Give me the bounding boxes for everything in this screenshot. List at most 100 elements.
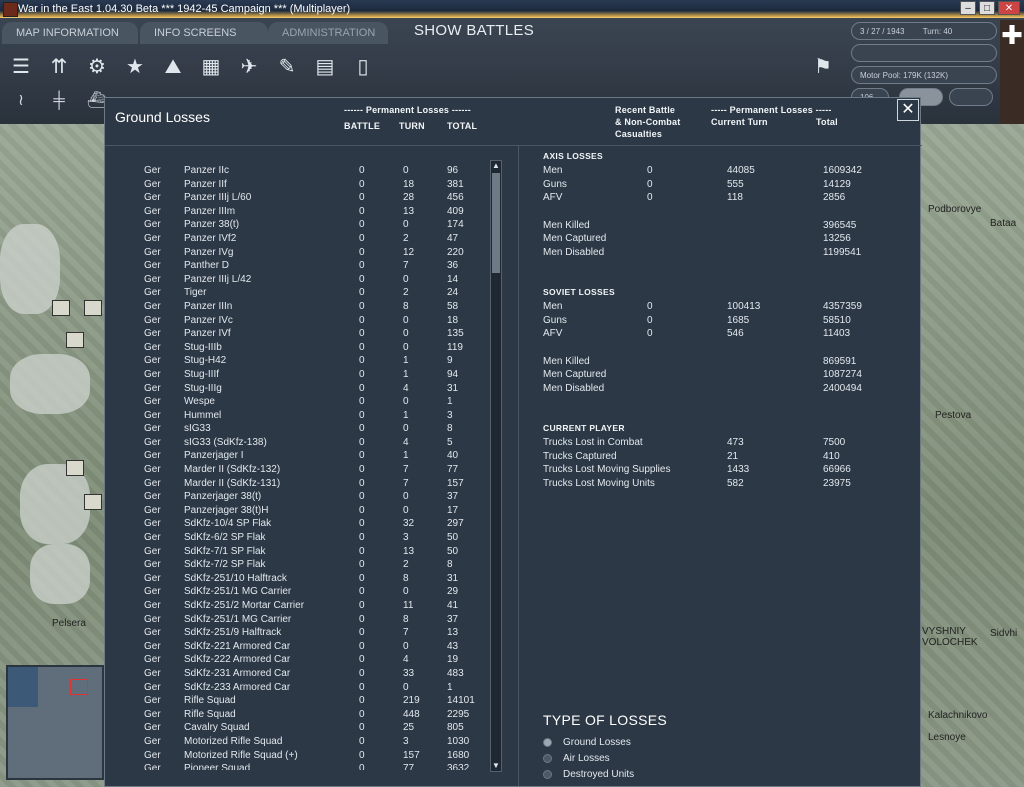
document-icon[interactable]: ▯ (350, 54, 376, 80)
radio-dot-icon[interactable] (543, 738, 552, 747)
table-row[interactable]: Ger Cavalry Squad 0 25 805 (105, 721, 489, 735)
table-row[interactable]: Ger SdKfz-6/2 SP Flak 0 3 50 (105, 531, 489, 545)
window-close-button[interactable]: ✕ (998, 1, 1020, 15)
table-row[interactable]: Ger SdKfz-231 Armored Car 0 33 483 (105, 667, 489, 681)
table-row[interactable]: Ger Panther D 0 7 36 (105, 259, 489, 273)
unit-counter[interactable] (52, 300, 70, 316)
table-row[interactable]: Ger Panzer IVf2 0 2 47 (105, 232, 489, 246)
casualty-total: 13256 (823, 233, 851, 245)
table-row[interactable]: Ger SdKfz-222 Armored Car 0 4 19 (105, 653, 489, 667)
unit-type: SdKfz-10/4 SP Flak (184, 518, 272, 530)
table-row[interactable]: Ger Panzer IIIj L/60 0 28 456 (105, 191, 489, 205)
table-row[interactable]: Ger SdKfz-233 Armored Car 0 0 1 (105, 681, 489, 695)
table-row[interactable]: Ger Motorized Rifle Squad (+) 0 157 1680 (105, 749, 489, 763)
table-row[interactable]: Ger Panzerjager 38(t) 0 0 37 (105, 490, 489, 504)
hex-grid-icon[interactable]: ▦ (198, 54, 224, 80)
turn-losses: 25 (403, 722, 415, 734)
river-icon[interactable]: ≀ (10, 90, 32, 112)
plane-icon[interactable]: ✈ (236, 54, 262, 80)
table-row[interactable]: Ger SdKfz-7/2 SP Flak 0 2 8 (105, 558, 489, 572)
ground-losses-list[interactable]: Ger Panzer IIc 0 0 96 Ger Panzer IIf 0 18 381 Ger P… (105, 164, 489, 770)
radio-dot-icon[interactable] (543, 754, 552, 763)
table-row[interactable]: Ger Panzer 38(t) 0 0 174 (105, 218, 489, 232)
scroll-up-arrow-icon[interactable]: ▲ (491, 161, 501, 171)
table-row[interactable]: Ger Stug-H42 0 1 9 (105, 354, 489, 368)
nationality: Ger (144, 287, 161, 299)
arrows-icon[interactable]: ⇈ (46, 54, 72, 80)
status-toggle-2[interactable] (949, 88, 993, 106)
table-row[interactable]: Ger Wespe 0 0 1 (105, 395, 489, 409)
unit-counter[interactable] (66, 460, 84, 476)
table-row[interactable]: Ger Rifle Squad 0 219 14101 (105, 694, 489, 708)
table-row[interactable]: Ger Panzer IIIj L/42 0 0 14 (105, 273, 489, 287)
nationality: Ger (144, 328, 161, 340)
radio-dot-icon[interactable] (543, 770, 552, 779)
rail-icon[interactable]: ╪ (48, 90, 70, 112)
table-row[interactable]: Ger Panzer IVf 0 0 135 (105, 327, 489, 341)
battle-losses: 0 (359, 681, 365, 693)
unit-counter[interactable] (66, 332, 84, 348)
table-row[interactable]: Ger Stug-IIIg 0 4 31 (105, 382, 489, 396)
total-losses: 50 (447, 532, 459, 544)
stack-icon[interactable]: ☰ (8, 54, 34, 80)
tab-administration[interactable]: ADMINISTRATION (268, 22, 388, 44)
table-row[interactable]: Ger Pioneer Squad 0 77 3632 (105, 762, 489, 770)
tab-info-screens[interactable]: INFO SCREENS (140, 22, 268, 44)
table-row[interactable]: Ger SdKfz-251/9 Halftrack 0 7 13 (105, 626, 489, 640)
minimap[interactable] (6, 665, 104, 780)
table-row[interactable]: Ger Panzer IIIn 0 8 58 (105, 300, 489, 314)
star-icon[interactable]: ★ (122, 54, 148, 80)
table-row[interactable]: Ger Panzer IIc 0 0 96 (105, 164, 489, 178)
table-row[interactable]: Ger SdKfz-10/4 SP Flak 0 32 297 (105, 517, 489, 531)
hq-flag-icon[interactable]: ⚑ (810, 54, 836, 80)
table-row[interactable]: Ger Stug-IIIf 0 1 94 (105, 368, 489, 382)
table-row[interactable]: Ger SdKfz-251/10 Halftrack 0 8 31 (105, 572, 489, 586)
supply-icon[interactable]: ✎ (274, 54, 300, 80)
table-row[interactable]: Ger Panzer IIIm 0 13 409 (105, 205, 489, 219)
close-button[interactable]: ✕ (897, 99, 919, 121)
table-row[interactable]: Ger Tiger 0 2 24 (105, 286, 489, 300)
table-row[interactable]: Ger sIG33 0 0 8 (105, 422, 489, 436)
table-row[interactable]: Ger SdKfz-251/2 Mortar Carrier 0 11 41 (105, 599, 489, 613)
table-row[interactable]: Ger Marder II (SdKfz-131) 0 7 157 (105, 477, 489, 491)
minimap-viewport[interactable] (70, 679, 88, 695)
table-row[interactable]: Ger Panzer IVc 0 0 18 (105, 314, 489, 328)
table-row[interactable]: Ger Panzer IVg 0 12 220 (105, 246, 489, 260)
table-row[interactable]: Ger SdKfz-7/1 SP Flak 0 13 50 (105, 545, 489, 559)
ground-losses-dialog: Ground Losses ------ Permanent Losses --… (104, 97, 922, 787)
total-losses: 2856 (823, 192, 846, 204)
gear-icon[interactable]: ⚙ (84, 54, 110, 80)
unit-type: Panzer IVf (184, 328, 231, 340)
table-row[interactable]: Ger Hummel 0 1 3 (105, 409, 489, 423)
table-row[interactable]: Ger Panzer IIf 0 18 381 (105, 178, 489, 192)
recent-casualties: 0 (647, 178, 653, 190)
fuel-icon[interactable]: ▤ (312, 54, 338, 80)
list-scrollbar[interactable]: ▲ ▼ (490, 160, 502, 772)
table-row[interactable]: Ger Rifle Squad 0 448 2295 (105, 708, 489, 722)
tab-map-information[interactable]: MAP INFORMATION (2, 22, 138, 44)
table-row[interactable]: Ger Marder II (SdKfz-132) 0 7 77 (105, 463, 489, 477)
unit-counter[interactable] (84, 494, 102, 510)
table-row[interactable]: Ger Panzerjager 38(t)H 0 0 17 (105, 504, 489, 518)
unit-counter[interactable] (84, 300, 102, 316)
type-of-losses-title: TYPE OF LOSSES (543, 712, 668, 728)
minimize-button[interactable]: – (960, 1, 976, 15)
unit-type: SdKfz-7/1 SP Flak (184, 545, 266, 557)
scroll-down-arrow-icon[interactable]: ▼ (491, 761, 501, 771)
unit-type: SdKfz-231 Armored Car (184, 667, 291, 679)
table-row[interactable]: Ger sIG33 (SdKfz-138) 0 4 5 (105, 436, 489, 450)
table-row[interactable]: Ger SdKfz-251/1 MG Carrier 0 8 37 (105, 613, 489, 627)
unit-type: Stug-IIIf (184, 368, 220, 380)
table-row[interactable]: Ger Panzerjager I 0 1 40 (105, 449, 489, 463)
table-row[interactable]: Ger Motorized Rifle Squad 0 3 1030 (105, 735, 489, 749)
maximize-button[interactable]: □ (979, 1, 995, 15)
terrain-icon[interactable]: ⛰ (160, 54, 186, 80)
table-row[interactable]: Ger SdKfz-221 Armored Car 0 0 43 (105, 640, 489, 654)
table-row[interactable]: Ger Stug-IIIb 0 0 119 (105, 341, 489, 355)
turn-losses: 7 (403, 464, 409, 476)
motor-pool: Motor Pool: 179K (132K) (851, 66, 997, 84)
scroll-thumb[interactable] (492, 173, 500, 273)
show-battles-button[interactable]: SHOW BATTLES (400, 20, 548, 42)
nationality: Ger (144, 491, 161, 503)
table-row[interactable]: Ger SdKfz-251/1 MG Carrier 0 0 29 (105, 585, 489, 599)
